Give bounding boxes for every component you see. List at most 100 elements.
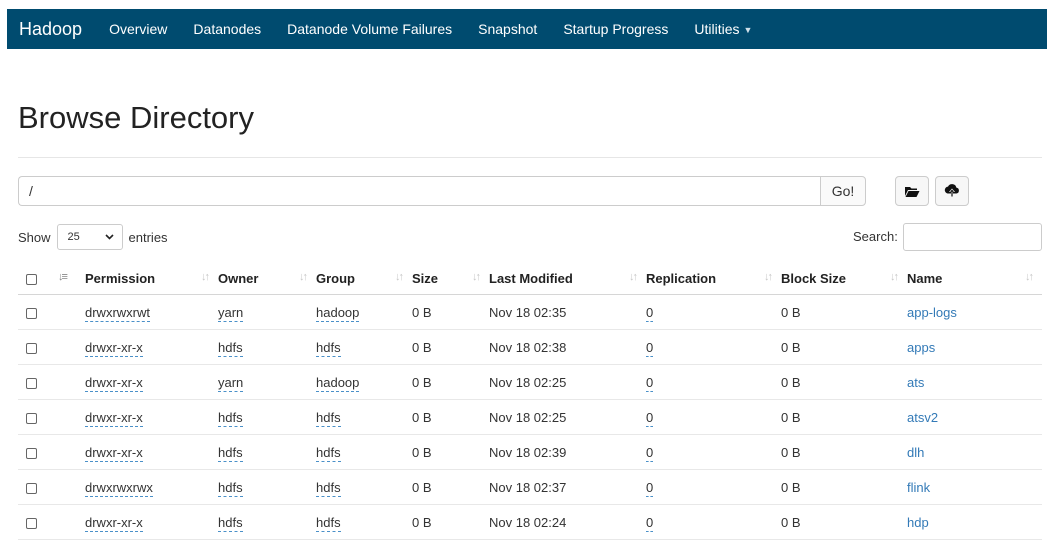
modified-cell: Nov 18 02:38 — [489, 329, 646, 365]
nav-utilities-dropdown[interactable]: Utilities ▼ — [681, 21, 765, 37]
group-cell[interactable]: hdfs — [316, 479, 341, 497]
permission-cell[interactable]: drwxrwxrwt — [85, 304, 150, 322]
search-label: Search: — [853, 229, 898, 244]
row-select-cell — [18, 469, 48, 505]
owner-cell[interactable]: yarn — [218, 304, 244, 322]
row-select-cell — [18, 329, 48, 365]
permission-cell[interactable]: drwxr-xr-x — [85, 339, 143, 357]
header-block-size[interactable]: Block Size ↓↑ — [781, 262, 907, 295]
nav-datanode-volume-failures[interactable]: Datanode Volume Failures — [274, 21, 465, 37]
entries-per-page-select[interactable]: 25 — [56, 224, 123, 250]
block-size-cell: 0 B — [781, 329, 907, 365]
name-link[interactable]: ats — [907, 375, 924, 390]
nav-overview[interactable]: Overview — [96, 21, 180, 37]
table-header-row: ↓≡ Permission ↓↑ Owner ↓↑ Group ↓↑ Size … — [18, 262, 1042, 295]
replication-cell[interactable]: 0 — [646, 339, 654, 357]
chevron-down-icon — [104, 234, 114, 240]
directory-path-input[interactable] — [18, 176, 820, 206]
header-size[interactable]: Size ↓↑ — [412, 262, 489, 295]
block-size-cell: 0 B — [781, 504, 907, 540]
header-permission[interactable]: Permission ↓↑ — [85, 262, 218, 295]
go-button[interactable]: Go! — [820, 176, 866, 206]
name-link[interactable]: flink — [907, 480, 930, 495]
header-last-modified[interactable]: Last Modified ↓↑ — [489, 262, 646, 295]
upload-files-button[interactable] — [935, 176, 969, 206]
permission-cell[interactable]: drwxr-xr-x — [85, 514, 143, 532]
search-input[interactable] — [903, 223, 1042, 251]
header-name[interactable]: Name ↓↑ — [907, 262, 1042, 295]
row-select-cell — [18, 504, 48, 540]
header-group-label: Group — [316, 270, 355, 286]
header-size-label: Size — [412, 270, 439, 286]
group-cell[interactable]: hdfs — [316, 409, 341, 427]
permission-cell[interactable]: drwxr-xr-x — [85, 444, 143, 462]
owner-cell[interactable]: yarn — [218, 374, 244, 392]
nav-snapshot[interactable]: Snapshot — [465, 21, 550, 37]
owner-cell[interactable]: hdfs — [218, 409, 243, 427]
header-replication[interactable]: Replication ↓↑ — [646, 262, 781, 295]
header-owner-label: Owner — [218, 270, 259, 286]
owner-cell[interactable]: hdfs — [218, 444, 243, 462]
sort-icon: ↓↑ — [764, 271, 773, 283]
header-owner[interactable]: Owner ↓↑ — [218, 262, 316, 295]
row-checkbox[interactable] — [26, 342, 37, 354]
owner-cell[interactable]: hdfs — [218, 479, 243, 497]
replication-cell[interactable]: 0 — [646, 444, 654, 462]
sort-icon: ↓↑ — [629, 271, 638, 283]
brand-link[interactable]: Hadoop — [19, 19, 82, 40]
permission-cell[interactable]: drwxrwxrwx — [85, 479, 153, 497]
table-row: drwxr-xr-x hdfs hdfs 0 B Nov 18 02:24 0 … — [18, 504, 1042, 540]
replication-cell[interactable]: 0 — [646, 374, 654, 392]
group-cell[interactable]: hdfs — [316, 514, 341, 532]
modified-cell: Nov 18 02:25 — [489, 399, 646, 435]
table-row: drwxrwxrwt yarn hadoop 0 B Nov 18 02:35 … — [18, 294, 1042, 330]
group-cell[interactable]: hdfs — [316, 339, 341, 357]
select-all-checkbox[interactable] — [26, 273, 37, 285]
name-link[interactable]: atsv2 — [907, 410, 938, 425]
block-size-cell: 0 B — [781, 399, 907, 435]
header-sort-default[interactable]: ↓≡ — [48, 262, 85, 295]
row-checkbox[interactable] — [26, 517, 37, 529]
show-entries-control: Show 25 entries — [18, 224, 168, 250]
group-cell[interactable]: hadoop — [316, 374, 360, 392]
owner-cell[interactable]: hdfs — [218, 514, 243, 532]
size-cell: 0 B — [412, 294, 489, 330]
replication-cell[interactable]: 0 — [646, 514, 654, 532]
header-permission-label: Permission — [85, 270, 156, 286]
row-spacer-cell — [48, 294, 85, 330]
replication-cell[interactable]: 0 — [646, 304, 654, 322]
replication-cell[interactable]: 0 — [646, 409, 654, 427]
table-row: drwxr-xr-x hdfs hdfs 0 B Nov 18 02:25 0 … — [18, 399, 1042, 435]
name-link[interactable]: apps — [907, 340, 935, 355]
name-link[interactable]: hdp — [907, 515, 929, 530]
size-cell: 0 B — [412, 364, 489, 400]
header-group[interactable]: Group ↓↑ — [316, 262, 412, 295]
row-checkbox[interactable] — [26, 307, 37, 319]
row-checkbox[interactable] — [26, 482, 37, 494]
permission-cell[interactable]: drwxr-xr-x — [85, 374, 143, 392]
group-cell[interactable]: hadoop — [316, 304, 360, 322]
nav-datanodes[interactable]: Datanodes — [180, 21, 274, 37]
replication-cell[interactable]: 0 — [646, 479, 654, 497]
permission-cell[interactable]: drwxr-xr-x — [85, 409, 143, 427]
nav-startup-progress[interactable]: Startup Progress — [550, 21, 681, 37]
sort-icon: ↓↑ — [299, 271, 308, 283]
header-name-label: Name — [907, 270, 943, 286]
name-link[interactable]: app-logs — [907, 305, 957, 320]
size-cell: 0 B — [412, 504, 489, 540]
table-row: drwxr-xr-x hdfs hdfs 0 B Nov 18 02:38 0 … — [18, 329, 1042, 365]
create-directory-button[interactable] — [895, 176, 929, 206]
row-checkbox[interactable] — [26, 447, 37, 459]
modified-cell: Nov 18 02:37 — [489, 469, 646, 505]
size-cell: 0 B — [412, 469, 489, 505]
row-spacer-cell — [48, 434, 85, 470]
row-spacer-cell — [48, 469, 85, 505]
group-cell[interactable]: hdfs — [316, 444, 341, 462]
name-link[interactable]: dlh — [907, 445, 924, 460]
row-checkbox[interactable] — [26, 412, 37, 424]
header-block-size-label: Block Size — [781, 270, 847, 286]
owner-cell[interactable]: hdfs — [218, 339, 243, 357]
row-checkbox[interactable] — [26, 377, 37, 389]
entries-label: entries — [128, 229, 168, 245]
folder-open-icon — [905, 186, 920, 197]
